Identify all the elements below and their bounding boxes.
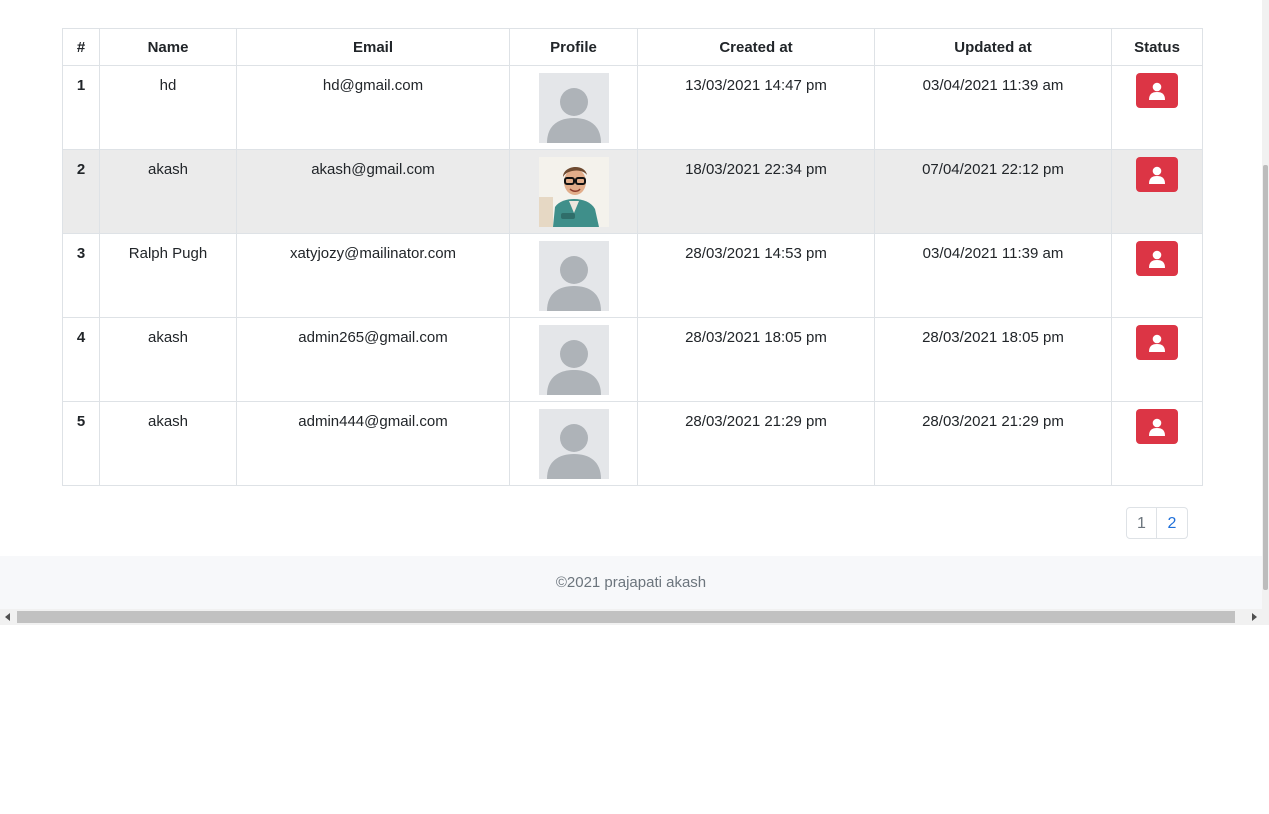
default-avatar-icon	[538, 409, 609, 479]
row-name: hd	[99, 65, 237, 150]
default-avatar-icon	[538, 241, 609, 311]
row-email: akash@gmail.com	[236, 149, 510, 234]
user-icon	[1149, 82, 1165, 100]
row-number: 4	[62, 317, 100, 402]
user-icon	[1149, 334, 1165, 352]
users-table: # Name Email Profile Created at Updated …	[62, 28, 1203, 486]
header-created-at: Created at	[637, 28, 875, 66]
row-profile	[509, 149, 638, 234]
row-name: akash	[99, 317, 237, 402]
table-row: 5 akash admin444@gmail.com 28/03/2021 21…	[62, 401, 1203, 486]
status-button[interactable]	[1136, 409, 1178, 444]
vertical-scrollbar-thumb[interactable]	[1263, 165, 1268, 590]
default-avatar-icon	[538, 325, 609, 395]
row-status	[1111, 317, 1203, 402]
row-name: akash	[99, 401, 237, 486]
table-row: 3 Ralph Pugh xatyjozy@mailinator.com 28/…	[62, 233, 1203, 318]
row-name: Ralph Pugh	[99, 233, 237, 318]
row-created-at: 13/03/2021 14:47 pm	[637, 65, 875, 150]
user-icon	[1149, 166, 1165, 184]
row-created-at: 28/03/2021 18:05 pm	[637, 317, 875, 402]
pagination: 1 2	[1126, 507, 1188, 539]
row-email: xatyjozy@mailinator.com	[236, 233, 510, 318]
row-status	[1111, 149, 1203, 234]
row-status	[1111, 233, 1203, 318]
row-updated-at: 03/04/2021 11:39 am	[874, 233, 1112, 318]
row-profile	[509, 401, 638, 486]
table-row: 2 akash akash@gmail.com 18/03/2021 22:34…	[62, 149, 1203, 234]
status-button[interactable]	[1136, 325, 1178, 360]
footer-copyright: ©2021 prajapati akash	[555, 574, 707, 591]
header-name: Name	[99, 28, 237, 66]
status-button[interactable]	[1136, 73, 1178, 108]
header-email: Email	[236, 28, 510, 66]
page-link-2[interactable]: 2	[1157, 507, 1188, 539]
table-header-row: # Name Email Profile Created at Updated …	[62, 28, 1203, 66]
horizontal-scrollbar-thumb[interactable]	[17, 611, 1235, 623]
row-number: 1	[62, 65, 100, 150]
header-number: #	[62, 28, 100, 66]
row-created-at: 28/03/2021 14:53 pm	[637, 233, 875, 318]
row-name: akash	[99, 149, 237, 234]
vertical-scrollbar[interactable]	[1262, 0, 1269, 625]
table-row: 4 akash admin265@gmail.com 28/03/2021 18…	[62, 317, 1203, 402]
page-content: # Name Email Profile Created at Updated …	[0, 0, 1262, 556]
row-updated-at: 28/03/2021 21:29 pm	[874, 401, 1112, 486]
row-profile	[509, 65, 638, 150]
row-status	[1111, 401, 1203, 486]
row-updated-at: 28/03/2021 18:05 pm	[874, 317, 1112, 402]
header-status: Status	[1111, 28, 1203, 66]
row-email: hd@gmail.com	[236, 65, 510, 150]
row-email: admin265@gmail.com	[236, 317, 510, 402]
scroll-left-arrow-icon[interactable]	[0, 609, 16, 625]
row-updated-at: 07/04/2021 22:12 pm	[874, 149, 1112, 234]
status-button[interactable]	[1136, 241, 1178, 276]
table-row: 1 hd hd@gmail.com 13/03/2021 14:47 pm 03…	[62, 65, 1203, 150]
row-number: 5	[62, 401, 100, 486]
status-button[interactable]	[1136, 157, 1178, 192]
row-profile	[509, 233, 638, 318]
row-status	[1111, 65, 1203, 150]
profile-photo	[538, 157, 609, 227]
row-updated-at: 03/04/2021 11:39 am	[874, 65, 1112, 150]
header-updated-at: Updated at	[874, 28, 1112, 66]
row-created-at: 28/03/2021 21:29 pm	[637, 401, 875, 486]
row-email: admin444@gmail.com	[236, 401, 510, 486]
scroll-right-arrow-icon[interactable]	[1246, 609, 1262, 625]
default-avatar-icon	[538, 73, 609, 143]
user-icon	[1149, 418, 1165, 436]
row-created-at: 18/03/2021 22:34 pm	[637, 149, 875, 234]
row-number: 2	[62, 149, 100, 234]
horizontal-scrollbar[interactable]	[0, 609, 1262, 625]
page-link-1[interactable]: 1	[1126, 507, 1157, 539]
footer: ©2021 prajapati akash	[0, 556, 1262, 609]
row-profile	[509, 317, 638, 402]
user-icon	[1149, 250, 1165, 268]
header-profile: Profile	[509, 28, 638, 66]
row-number: 3	[62, 233, 100, 318]
